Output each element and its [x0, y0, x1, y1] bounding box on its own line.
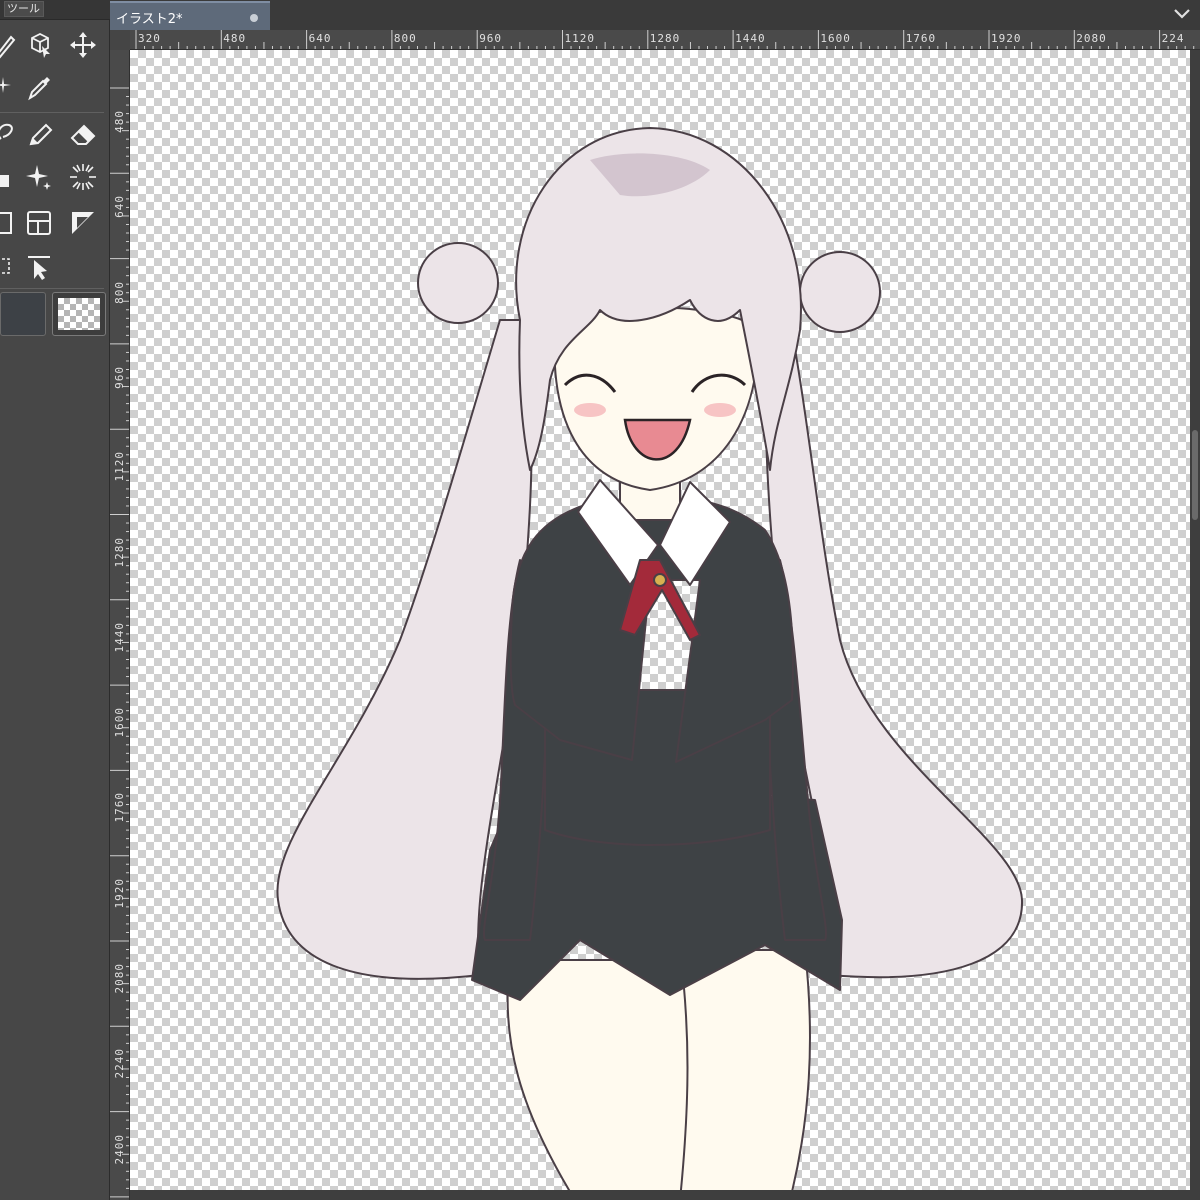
- sparkle-icon[interactable]: [20, 158, 58, 196]
- ruler-label-y: 800: [113, 280, 126, 304]
- right-hair-bun: [799, 251, 881, 333]
- ruler-label-x: 320: [138, 32, 161, 45]
- ruler-label-x: 1120: [564, 32, 595, 45]
- rectangle-icon[interactable]: [0, 204, 22, 242]
- right-blush: [704, 403, 736, 417]
- ruler-label-x: 960: [479, 32, 503, 45]
- scrollbar-thumb[interactable]: [1192, 430, 1198, 520]
- left-blush: [574, 403, 606, 417]
- tab-modified-indicator[interactable]: [250, 14, 258, 22]
- ruler-label-x: 1600: [820, 32, 851, 45]
- lasso-icon[interactable]: [0, 114, 24, 152]
- tool-separator: [0, 112, 104, 113]
- ruler-label-x: 224: [1161, 32, 1185, 45]
- left-hair-bun: [417, 242, 499, 324]
- transparency-checker: [58, 298, 100, 330]
- tab-document[interactable]: イラスト2*: [110, 1, 270, 30]
- ruler-label-y: 640: [113, 195, 126, 219]
- 3d-object-icon[interactable]: [20, 26, 58, 64]
- magic-wand-icon[interactable]: [0, 68, 22, 106]
- move-icon[interactable]: [64, 26, 102, 64]
- eyedropper-icon[interactable]: [20, 68, 58, 106]
- transparent-color-swatch[interactable]: [52, 292, 106, 336]
- ruler-label-y: 480: [113, 110, 126, 133]
- ruler-corner: [110, 30, 130, 50]
- horizontal-scrollbar[interactable]: [130, 1190, 1200, 1200]
- ribbon-button: [653, 573, 667, 587]
- vertical-ruler: 480 640 800 960 1120 1280 1440 1600 1760 1920 2080…: [110, 50, 130, 1200]
- selection-icon[interactable]: [0, 248, 22, 286]
- document-tab-bar: イラスト2*: [110, 0, 1200, 30]
- vertical-scrollbar[interactable]: [1190, 50, 1200, 1190]
- object-select-icon[interactable]: [20, 248, 58, 286]
- left-thigh: [506, 959, 696, 1190]
- chevron-down-icon[interactable]: [1172, 6, 1192, 26]
- character-illustration: [276, 127, 1024, 1190]
- ruler-label-y: 1600: [113, 707, 126, 738]
- eraser-icon[interactable]: [64, 114, 102, 152]
- fill-bucket-icon[interactable]: [0, 158, 22, 196]
- right-thigh: [679, 949, 811, 1190]
- ruler-label-y: 1440: [113, 621, 126, 653]
- ruler-label-x: 640: [308, 32, 332, 45]
- ruler-label-x: 800: [393, 32, 417, 45]
- tool-separator: [0, 288, 104, 289]
- ruler-label-x: 1440: [735, 32, 766, 45]
- face: [553, 306, 760, 491]
- ruler-label-y: 2240: [113, 1048, 126, 1079]
- ruler-label-y: 2080: [113, 963, 126, 994]
- ruler-label-x: 2080: [1076, 32, 1107, 45]
- ruler-label-x: 1280: [649, 32, 681, 45]
- tool-panel-title[interactable]: ツール: [4, 1, 44, 17]
- marker-icon[interactable]: [22, 114, 60, 152]
- ruler-label-y: 1920: [113, 877, 126, 909]
- tool-panel-header: ツール: [0, 0, 110, 20]
- canvas[interactable]: [130, 50, 1190, 1190]
- ruler-triangle-icon[interactable]: [64, 204, 102, 242]
- ruler-label-y: 960: [113, 365, 126, 389]
- frame-border-icon[interactable]: [20, 204, 58, 242]
- ruler-label-x: 480: [223, 32, 247, 45]
- radial-lines-icon[interactable]: [64, 158, 102, 196]
- horizontal-ruler: 320 480 640 800 960 1120 1280 1440 1600 1760 1920 2…: [130, 30, 1200, 50]
- ruler-label-y: 1280: [113, 536, 126, 568]
- ruler-label-x: 1920: [991, 32, 1022, 45]
- ruler-label-y: 1760: [113, 792, 126, 823]
- ruler-label-y: 2400: [113, 1133, 126, 1165]
- ruler-label-y: 1120: [113, 451, 126, 482]
- main-color-swatch[interactable]: [0, 292, 46, 336]
- tool-panel: ツール: [0, 0, 110, 1200]
- ruler-label-x: 1760: [905, 32, 937, 45]
- tab-label: イラスト2*: [116, 12, 183, 27]
